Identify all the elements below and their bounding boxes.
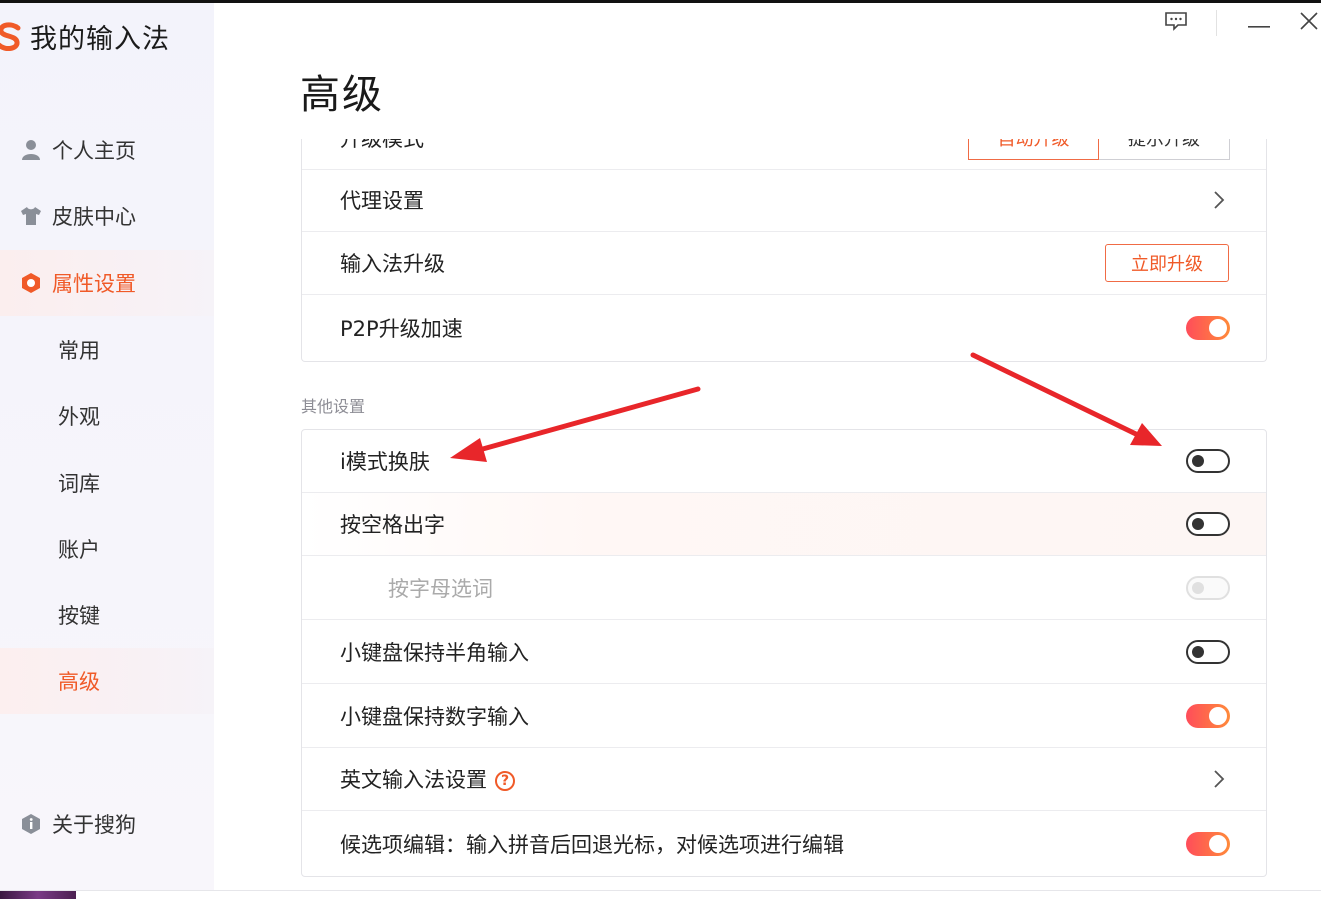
help-icon[interactable]: ? xyxy=(495,771,515,791)
sidebar-subitem-label: 常用 xyxy=(58,339,100,363)
upgrade-mode-row: 升级模式 自动升级 提示升级 xyxy=(302,139,1266,170)
row-label: i模式换肤 xyxy=(340,450,430,474)
sidebar-subitem-label: 按键 xyxy=(58,604,100,628)
sidebar-subitem-keys[interactable]: 按键 xyxy=(0,582,214,648)
letter-select-toggle xyxy=(1186,576,1230,600)
numpad-digits-row: 小键盘保持数字输入 xyxy=(302,685,1266,748)
sogou-logo-icon xyxy=(0,21,22,52)
numpad-halfwidth-row: 小键盘保持半角输入 xyxy=(302,621,1266,684)
feedback-icon xyxy=(1164,11,1188,35)
sidebar-subitem-label: 外观 xyxy=(58,405,100,429)
row-label: P2P升级加速 xyxy=(340,316,463,341)
app-logo-area: 我的输入法 xyxy=(0,17,170,56)
candidate-edit-toggle[interactable] xyxy=(1186,831,1230,856)
close-button[interactable] xyxy=(1296,8,1321,38)
row-label: 小键盘保持数字输入 xyxy=(340,705,529,729)
chevron-right-icon[interactable] xyxy=(1212,769,1226,789)
app-title: 我的输入法 xyxy=(30,24,170,55)
sidebar-subitem-dictionary[interactable]: 词库 xyxy=(0,450,214,516)
row-label: 代理设置 xyxy=(340,189,424,213)
sidebar-subitem-label: 词库 xyxy=(58,472,100,496)
sidebar-item-settings[interactable]: 属性设置 xyxy=(0,250,214,316)
sidebar-item-skins[interactable]: 皮肤中心 xyxy=(0,183,214,249)
row-label: 升级模式 xyxy=(340,139,424,151)
sidebar-subitem-common[interactable]: 常用 xyxy=(0,317,214,383)
page-title: 高级 xyxy=(300,72,384,118)
sidebar-subitem-account[interactable]: 账户 xyxy=(0,516,214,582)
row-label: 候选项编辑：输入拼音后回退光标，对候选项进行编辑 xyxy=(340,832,844,857)
hexagon-settings-icon xyxy=(20,272,42,294)
sidebar: 我的输入法 个人主页 皮肤中心 属性设置 常用 外观 词库 账户 按键 高级 关… xyxy=(0,3,214,891)
segment-label: 自动升级 xyxy=(997,139,1070,150)
sidebar-item-label: 个人主页 xyxy=(52,139,136,163)
prompt-upgrade-option[interactable]: 提示升级 xyxy=(1099,139,1230,160)
sidebar-subitem-label: 高级 xyxy=(58,670,100,694)
taskbar-strip xyxy=(0,891,1321,899)
auto-upgrade-option[interactable]: 自动升级 xyxy=(968,139,1099,160)
i-mode-skin-toggle[interactable] xyxy=(1186,449,1230,473)
candidate-edit-row: 候选项编辑：输入拼音后回退光标，对候选项进行编辑 xyxy=(302,812,1266,875)
p2p-upgrade-row: P2P升级加速 xyxy=(302,296,1266,359)
numpad-digits-toggle[interactable] xyxy=(1186,704,1230,728)
row-label: 小键盘保持半角输入 xyxy=(340,641,529,665)
numpad-halfwidth-toggle[interactable] xyxy=(1186,640,1230,664)
feedback-button[interactable] xyxy=(1162,8,1190,38)
sidebar-subitem-advanced[interactable]: 高级 xyxy=(0,648,214,714)
row-label: 输入法升级 xyxy=(340,252,445,276)
other-settings-card: i模式换肤 按空格出字 按字母选词 小键盘保持半角输入 小键盘保持数字输入 英文… xyxy=(301,429,1267,877)
space-commit-toggle[interactable] xyxy=(1186,512,1230,536)
i-mode-skin-row: i模式换肤 xyxy=(302,430,1266,493)
upgrade-now-button[interactable]: 立即升级 xyxy=(1105,244,1229,282)
minimize-icon xyxy=(1248,14,1270,33)
sidebar-item-label: 关于搜狗 xyxy=(52,813,136,837)
row-label: 英文输入法设置? xyxy=(340,764,515,794)
section-label-other: 其他设置 xyxy=(301,397,366,416)
close-icon xyxy=(1299,11,1319,35)
sidebar-item-label: 属性设置 xyxy=(52,272,136,296)
background-image-fragment xyxy=(0,891,76,899)
row-label: 按字母选词 xyxy=(388,577,493,601)
row-label-text: 英文输入法设置 xyxy=(340,768,487,792)
sidebar-item-label: 皮肤中心 xyxy=(52,205,136,229)
p2p-upgrade-toggle[interactable] xyxy=(1186,315,1230,340)
letter-select-row: 按字母选词 xyxy=(302,557,1266,620)
row-label: 按空格出字 xyxy=(340,513,445,537)
space-commit-row: 按空格出字 xyxy=(302,493,1266,556)
info-shield-icon xyxy=(20,813,42,835)
ime-upgrade-row: 输入法升级 立即升级 xyxy=(302,232,1266,295)
shirt-icon xyxy=(20,205,42,227)
english-ime-settings-row[interactable]: 英文输入法设置? xyxy=(302,748,1266,811)
sidebar-item-about[interactable]: 关于搜狗 xyxy=(0,791,214,857)
sidebar-item-profile[interactable]: 个人主页 xyxy=(0,117,214,183)
upgrade-settings-card: 升级模式 自动升级 提示升级 代理设置 输入法升级 立即升级 P2P升级加速 xyxy=(301,139,1267,362)
sidebar-subitem-appearance[interactable]: 外观 xyxy=(0,383,214,449)
user-icon xyxy=(20,139,42,161)
window-controls-divider xyxy=(1216,10,1217,36)
chevron-right-icon[interactable] xyxy=(1212,190,1226,210)
segment-label: 提示升级 xyxy=(1128,139,1200,150)
sidebar-subitem-label: 账户 xyxy=(58,538,100,562)
proxy-settings-row[interactable]: 代理设置 xyxy=(302,169,1266,232)
minimize-button[interactable] xyxy=(1245,8,1273,38)
